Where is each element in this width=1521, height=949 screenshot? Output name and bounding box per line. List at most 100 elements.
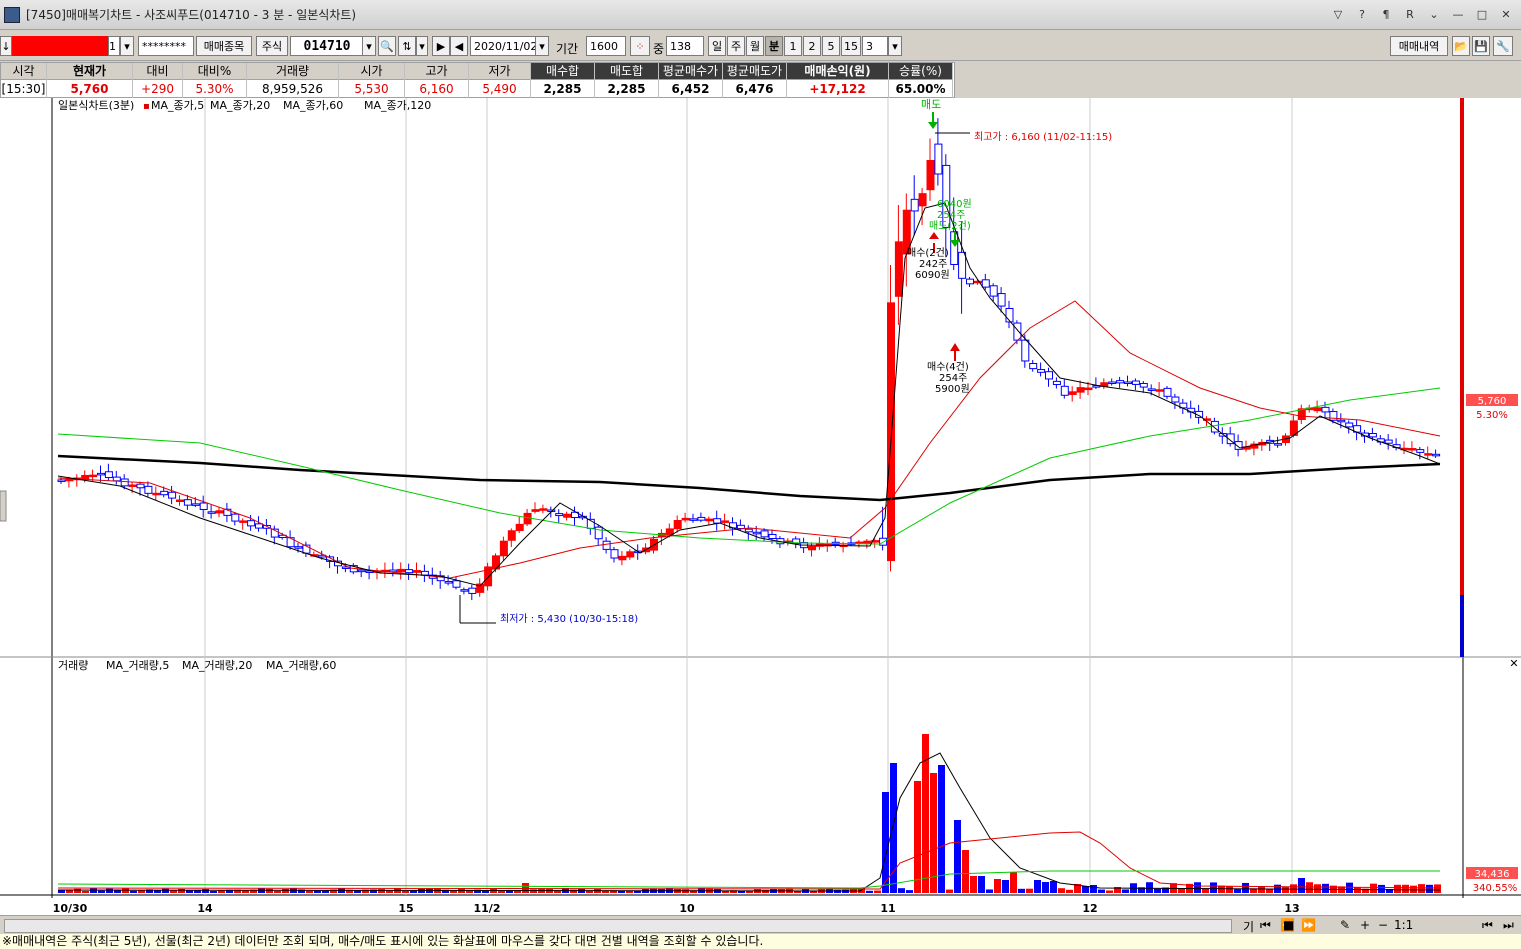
- sort-icon[interactable]: ⇅: [398, 36, 416, 56]
- search-icon[interactable]: 🔍: [378, 36, 396, 56]
- candle: [681, 512, 690, 523]
- sort-dropdown-icon[interactable]: ▾: [416, 36, 428, 56]
- interval-2-button[interactable]: 2: [803, 36, 821, 56]
- account-field-redacted[interactable]: [12, 36, 108, 56]
- help-icon[interactable]: ?: [1353, 6, 1371, 22]
- interval-dropdown-icon[interactable]: ▾: [888, 36, 902, 56]
- r-icon[interactable]: R: [1401, 6, 1419, 22]
- volume-bar: [1234, 889, 1241, 893]
- candle: [1289, 415, 1298, 438]
- quote-col-time: 시각 [15:30]: [1, 63, 47, 99]
- date-input[interactable]: 2020/11/02: [470, 36, 537, 56]
- volume-bar: [402, 890, 409, 893]
- chart-options-icon[interactable]: ⁘: [630, 36, 650, 56]
- volume-bar: [1042, 882, 1049, 893]
- nav-stop-icon[interactable]: ■: [1283, 918, 1294, 932]
- minimize-button[interactable]: —: [1449, 6, 1467, 22]
- candle: [1092, 377, 1101, 390]
- title-bar: [7450]매매복기차트 - 사조씨푸드(014710 - 3 분 - 일본식차…: [0, 0, 1521, 30]
- current-price-label: 5,760: [1478, 396, 1507, 407]
- window-title: [7450]매매복기차트 - 사조씨푸드(014710 - 3 분 - 일본식차…: [26, 8, 357, 22]
- buy-low-price: 5900원: [935, 383, 970, 395]
- volume-bar: [930, 773, 937, 893]
- candle: [436, 570, 445, 589]
- maximize-button[interactable]: □: [1473, 6, 1491, 22]
- navigation-bar: 기 ⏮ ⏪ ■ ⏩ ✎ + − 1:1 ⏮ ⏭: [0, 915, 1521, 934]
- account-dropdown-icon[interactable]: ▾: [120, 36, 134, 56]
- period-month-button[interactable]: 월: [746, 36, 764, 56]
- volume-bar: [898, 888, 905, 893]
- trade-items-button[interactable]: 매매종목: [196, 36, 252, 56]
- prev-icon[interactable]: ◀: [450, 36, 468, 56]
- chart-canvas[interactable]: 일본식차트(3분) ▪ MA_종가,5 MA_종가,20 MA_종가,60 MA…: [0, 98, 1521, 915]
- candle: [97, 465, 105, 482]
- account-toggle-icon[interactable]: ↓: [0, 36, 12, 56]
- candle: [207, 505, 216, 519]
- collapse-icon[interactable]: ⌄: [1425, 6, 1443, 22]
- count-input[interactable]: 138: [666, 36, 704, 56]
- stock-dropdown-icon[interactable]: ▾: [362, 36, 376, 56]
- password-field[interactable]: ********: [138, 36, 194, 56]
- candle: [1100, 378, 1109, 390]
- volume-bar: [954, 820, 961, 893]
- dropdown-icon[interactable]: ▽: [1329, 6, 1347, 22]
- x-tick-label: 10: [679, 902, 695, 915]
- trade-history-button[interactable]: 매매내역: [1390, 36, 1448, 56]
- interval-5-button[interactable]: 5: [822, 36, 840, 56]
- zoom-reset-button[interactable]: 1:1: [1394, 918, 1413, 932]
- volume-bar: [874, 890, 881, 893]
- volume-bar: [378, 889, 385, 893]
- buy-arrow-low[interactable]: [950, 343, 960, 361]
- candle: [1432, 449, 1441, 458]
- settings-wrench-icon[interactable]: 🔧: [1493, 36, 1513, 56]
- volume-bar: [866, 890, 873, 893]
- nav-forward-icon[interactable]: ⏩: [1301, 918, 1316, 932]
- stock-code-input[interactable]: 014710: [290, 36, 364, 56]
- interval-15-button[interactable]: 15: [841, 36, 861, 56]
- sell-mid-count: 매도(2건): [929, 220, 971, 232]
- volume-bar: [1226, 886, 1233, 893]
- zoom-out-icon[interactable]: −: [1378, 918, 1388, 932]
- period-minute-button[interactable]: 분: [765, 36, 783, 56]
- close-button[interactable]: ✕: [1497, 6, 1515, 22]
- volume-bar: [450, 890, 457, 893]
- interval-input[interactable]: 3: [862, 36, 888, 56]
- volume-bar: [266, 888, 273, 893]
- nav-begin-icon[interactable]: ⏮: [1482, 918, 1493, 933]
- save-icon[interactable]: 💾: [1472, 36, 1490, 56]
- side-expand-handle[interactable]: [0, 490, 7, 522]
- volume-bar: [1314, 884, 1321, 893]
- candle: [112, 470, 121, 485]
- candle: [539, 504, 548, 514]
- chart-scrollbar[interactable]: [4, 919, 1232, 933]
- candle: [697, 512, 706, 523]
- period-week-button[interactable]: 주: [727, 36, 745, 56]
- candle: [1297, 404, 1306, 425]
- vma5-legend: MA_거래량,5: [106, 659, 169, 672]
- zoom-in-icon[interactable]: +: [1360, 918, 1370, 932]
- market-select[interactable]: 주식: [256, 36, 288, 56]
- paragraph-icon[interactable]: ¶: [1377, 6, 1395, 22]
- candle: [1376, 434, 1385, 446]
- volume-bar: [962, 850, 969, 893]
- nav-draw-icon[interactable]: ✎: [1340, 918, 1350, 932]
- account-suffix: 1: [108, 36, 120, 56]
- candle: [1060, 379, 1069, 399]
- open-folder-icon[interactable]: 📂: [1452, 36, 1470, 56]
- sell-arrow-top[interactable]: [928, 112, 938, 129]
- candle: [571, 506, 579, 526]
- candle: [721, 513, 730, 530]
- date-dropdown-icon[interactable]: ▾: [535, 36, 549, 56]
- interval-1-button[interactable]: 1: [784, 36, 802, 56]
- volume-bar: [1242, 882, 1249, 893]
- nav-first-icon[interactable]: ⏮: [1260, 918, 1271, 933]
- next-icon[interactable]: ▶: [432, 36, 450, 56]
- period-input[interactable]: 1600: [586, 36, 626, 56]
- nav-base-button[interactable]: 기: [1243, 918, 1254, 935]
- close-panel-icon[interactable]: ✕: [1509, 657, 1518, 670]
- volume-bar: [1354, 887, 1361, 893]
- window-controls: ▽ ? ¶ R ⌄ — □ ✕: [1329, 6, 1515, 22]
- period-day-button[interactable]: 일: [708, 36, 726, 56]
- low-annotation: 최저가 : 5,430 (10/30-15:18): [500, 613, 638, 625]
- nav-end-icon[interactable]: ⏭: [1503, 918, 1514, 933]
